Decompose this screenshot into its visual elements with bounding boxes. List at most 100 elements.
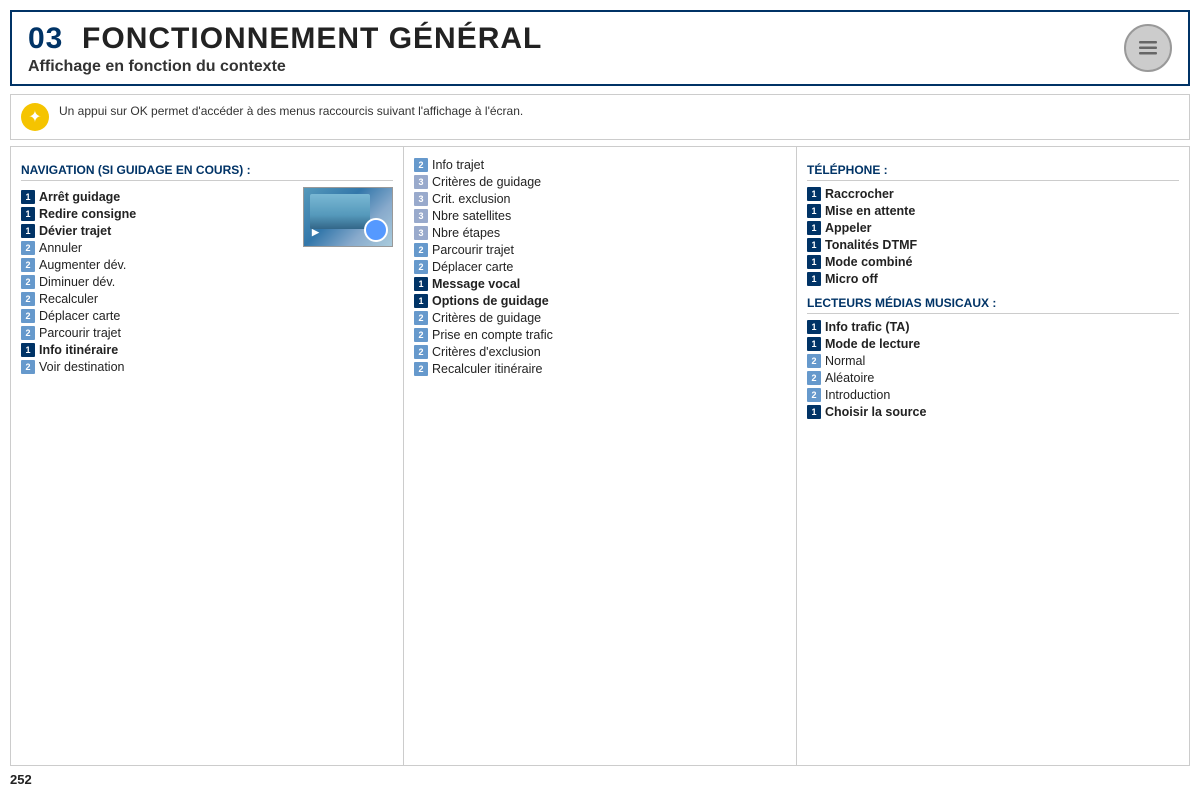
list-item: 2 Prise en compte trafic [414, 328, 786, 342]
item-label: Normal [825, 354, 865, 368]
item-label: Options de guidage [432, 294, 549, 308]
list-item: 3 Crit. exclusion [414, 192, 786, 206]
list-item: 1Mise en attente [807, 204, 1179, 218]
item-label: Crit. exclusion [432, 192, 511, 206]
level-badge: 2 [414, 311, 428, 325]
list-item: 1 Appeler [807, 221, 1179, 235]
level-badge: 2 [21, 241, 35, 255]
navigation-image: ▶ [303, 187, 393, 247]
list-item: 2 Annuler [21, 241, 297, 255]
col2-items-list: 2Info trajet3Critères de guidage3Crit. e… [414, 158, 786, 376]
item-label: Augmenter dév. [39, 258, 126, 272]
item-label: Prise en compte trafic [432, 328, 553, 342]
level-badge: 3 [414, 175, 428, 189]
level-badge: 1 [807, 187, 821, 201]
list-item: 1Micro off [807, 272, 1179, 286]
item-label: Critères de guidage [432, 175, 541, 189]
item-label: Raccrocher [825, 187, 894, 201]
level-badge: 2 [414, 328, 428, 342]
list-item: 2 Recalculer itinéraire [414, 362, 786, 376]
level-badge: 2 [807, 371, 821, 385]
page-number: 252 [10, 772, 1190, 787]
item-label: Info trajet [432, 158, 484, 172]
level-badge: 3 [414, 209, 428, 223]
item-label: Appeler [825, 221, 872, 235]
level-badge: 2 [807, 354, 821, 368]
level-badge: 2 [21, 326, 35, 340]
level-badge: 1 [21, 207, 35, 221]
list-item: 2 Déplacer carte [414, 260, 786, 274]
level-badge: 1 [807, 405, 821, 419]
level-badge: 1 [807, 255, 821, 269]
level-badge: 2 [21, 275, 35, 289]
item-label: Recalculer itinéraire [432, 362, 542, 376]
list-item: 2Augmenter dév. [21, 258, 393, 272]
list-item: 1Message vocal [414, 277, 786, 291]
level-badge: 2 [21, 360, 35, 374]
item-label: Introduction [825, 388, 890, 402]
item-label: Annuler [39, 241, 82, 255]
menu-circle-icon [1134, 34, 1162, 62]
list-item: 2 Aléatoire [807, 371, 1179, 385]
list-item: 2Critères d'exclusion [414, 345, 786, 359]
level-badge: 3 [414, 192, 428, 206]
main-title: FONCTIONNEMENT GÉNÉRAL [82, 22, 542, 55]
telephone-section-title: TÉLÉPHONE : [807, 163, 1179, 181]
list-item: 2 Normal [807, 354, 1179, 368]
list-item: 3 Nbre étapes [414, 226, 786, 240]
level-badge: 2 [414, 362, 428, 376]
item-label: Dévier trajet [39, 224, 111, 238]
level-badge: 1 [807, 337, 821, 351]
list-item: 2 Voir destination [21, 360, 393, 374]
chapter-number: 03 [28, 22, 63, 55]
level-badge: 1 [21, 190, 35, 204]
item-label: Diminuer dév. [39, 275, 115, 289]
list-item: 1Info trafic (TA) [807, 320, 1179, 334]
level-badge: 2 [21, 309, 35, 323]
level-badge: 2 [21, 292, 35, 306]
level-badge: 1 [21, 224, 35, 238]
level-badge: 1 [21, 343, 35, 357]
item-label: Voir destination [39, 360, 124, 374]
item-label: Message vocal [432, 277, 520, 291]
item-label: Mise en attente [825, 204, 915, 218]
subtitle: Affichage en fonction du contexte [28, 58, 1172, 76]
list-item: 1Info itinéraire [21, 343, 393, 357]
level-badge: 2 [414, 260, 428, 274]
item-label: Critères d'exclusion [432, 345, 541, 359]
item-label: Redire consigne [39, 207, 136, 221]
level-badge: 1 [414, 294, 428, 308]
menu-icon [1124, 24, 1172, 72]
list-item: 2 Parcourir trajet [414, 243, 786, 257]
page-header: 03 FONCTIONNEMENT GÉNÉRAL Affichage en f… [10, 10, 1190, 86]
item-label: Parcourir trajet [432, 243, 514, 257]
list-item: 2 Introduction [807, 388, 1179, 402]
nav-section-title: NAVIGATION (SI GUIDAGE EN COURS) : [21, 163, 393, 181]
item-label: Aléatoire [825, 371, 874, 385]
list-item: 2Recalculer [21, 292, 393, 306]
level-badge: 2 [807, 388, 821, 402]
item-label: Micro off [825, 272, 878, 286]
chapter-title: 03 FONCTIONNEMENT GÉNÉRAL [28, 22, 1172, 56]
item-label: Nbre étapes [432, 226, 500, 240]
level-badge: 1 [807, 221, 821, 235]
item-label: Déplacer carte [432, 260, 513, 274]
list-item: 2Info trajet [414, 158, 786, 172]
list-item: 1 Raccrocher [807, 187, 1179, 201]
media-items-list: 1Info trafic (TA)1Mode de lecture2Normal… [807, 320, 1179, 419]
level-badge: 1 [807, 320, 821, 334]
level-badge: 1 [807, 238, 821, 252]
notice-box: ✦ Un appui sur OK permet d'accéder à des… [10, 94, 1190, 140]
list-item: 1 Mode de lecture [807, 337, 1179, 351]
list-item: 2Parcourir trajet [21, 326, 393, 340]
level-badge: 2 [414, 243, 428, 257]
media-section-title: LECTEURS MÉDIAS MUSICAUX : [807, 296, 1179, 314]
list-item: 1 Mode combiné [807, 255, 1179, 269]
item-label: Choisir la source [825, 405, 926, 419]
list-item: 3 Critères de guidage [414, 175, 786, 189]
item-label: Mode combiné [825, 255, 913, 269]
item-label: Mode de lecture [825, 337, 920, 351]
col-telephone-media: TÉLÉPHONE : 1Raccrocher1Mise en attente1… [796, 146, 1190, 766]
level-badge: 3 [414, 226, 428, 240]
list-item: 2Déplacer carte [21, 309, 393, 323]
